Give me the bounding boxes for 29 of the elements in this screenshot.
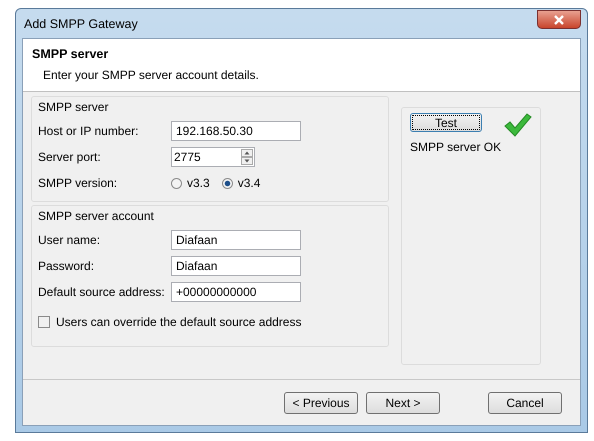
field-label: User name: (38, 233, 102, 247)
page-title: SMPP server (32, 47, 110, 61)
group-title: SMPP server (38, 100, 110, 114)
field-label: Host or IP number: (38, 124, 140, 138)
radio-button[interactable] (222, 178, 233, 188)
field-label: Password: (38, 259, 96, 273)
test-button[interactable]: Test (410, 113, 482, 132)
input-field[interactable]: +00000000000 (171, 282, 301, 302)
status-text: SMPP server OK (410, 140, 502, 154)
close-icon (553, 14, 565, 24)
input-field[interactable]: Diafaan (171, 256, 301, 276)
port-spinner[interactable]: 2775 (171, 147, 255, 167)
wizard-button[interactable]: Next > (366, 392, 440, 414)
field-label: Server port: (38, 150, 102, 164)
radio-button[interactable] (171, 178, 182, 188)
page-subtitle: Enter your SMPP server account details. (42, 68, 260, 82)
field-label: SMPP version: (38, 176, 118, 190)
wizard-button[interactable]: < Previous (284, 392, 358, 414)
radio-label: v3.4 (238, 176, 260, 190)
wizard-button[interactable]: Cancel (488, 392, 562, 414)
checkbox-label: Users can override the default source address (56, 315, 302, 329)
field-label: Default source address: (38, 285, 166, 299)
close-button[interactable] (537, 10, 581, 29)
radio-label: v3.3 (187, 176, 210, 190)
window-title: Add SMPP Gateway (23, 16, 138, 30)
host-field[interactable]: 192.168.50.30 (171, 121, 301, 141)
input-field[interactable]: Diafaan (171, 230, 301, 250)
group-title: SMPP server account (38, 209, 155, 223)
checkbox[interactable] (38, 316, 50, 328)
